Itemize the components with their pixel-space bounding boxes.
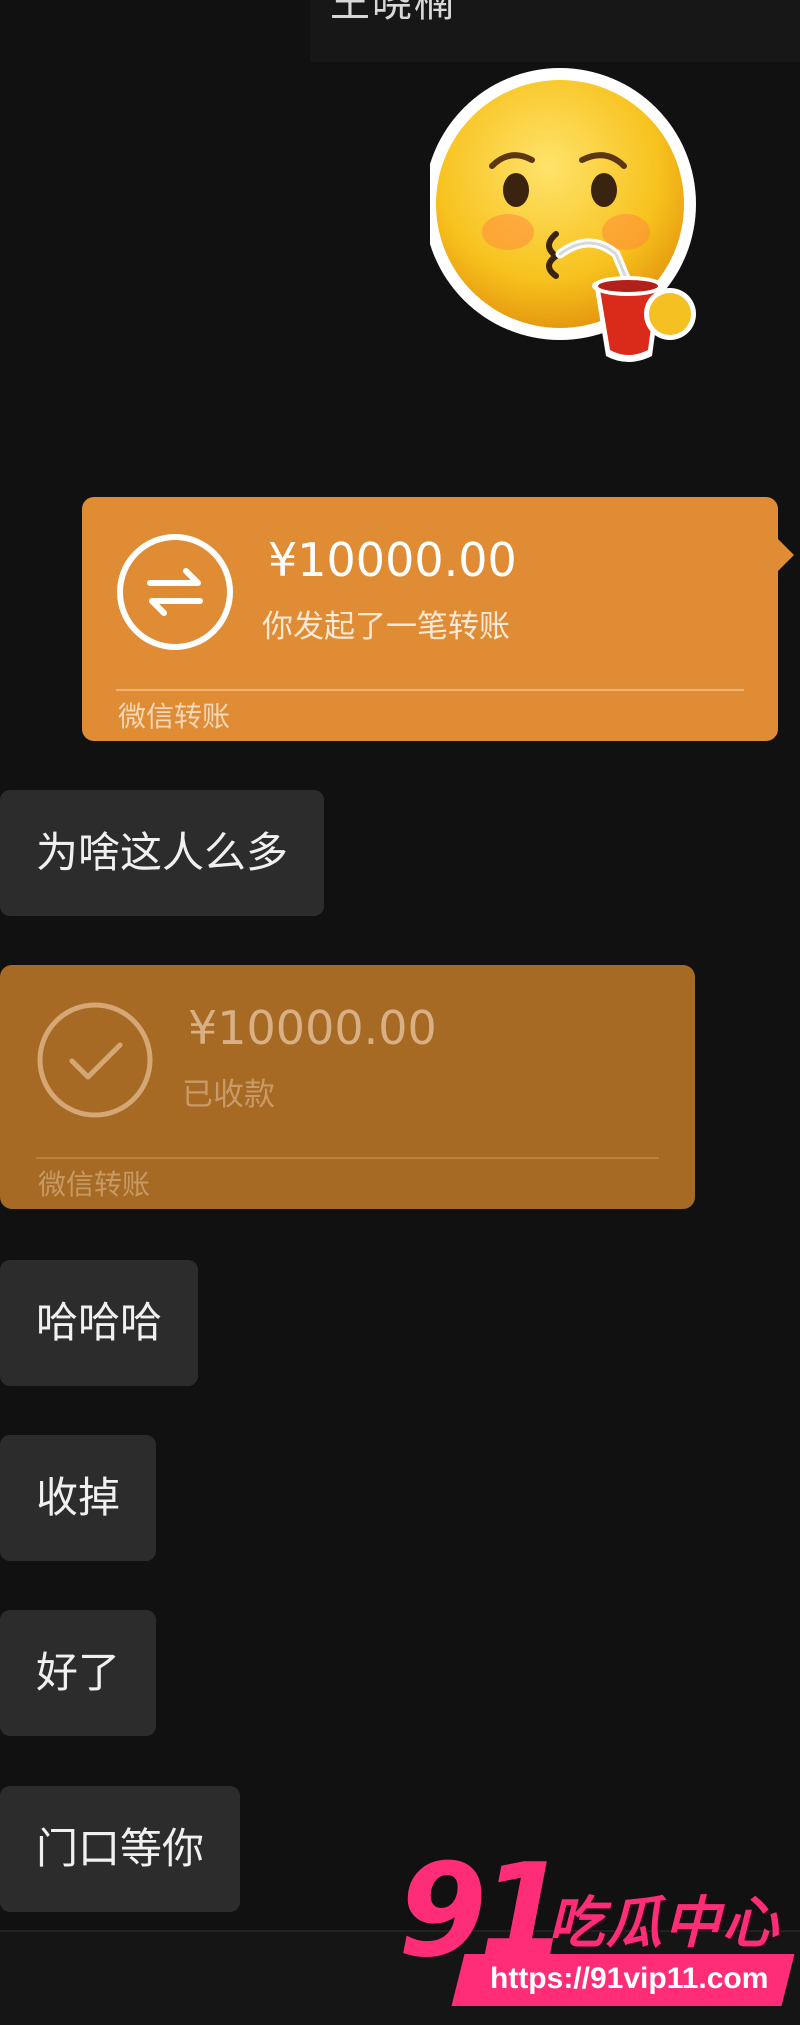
transfer-status: 你发起了一笔转账: [262, 609, 510, 645]
contact-name-title: 王晓楠: [330, 0, 456, 26]
message-bubble[interactable]: 收掉: [0, 1435, 157, 1561]
transfer-status: 已收款: [182, 1077, 275, 1113]
sipping-drink-emoji-icon[interactable]: [430, 64, 730, 384]
bubble-tail: [778, 539, 794, 571]
message-bubble[interactable]: 好了: [0, 1610, 157, 1736]
site-watermark: 91 吃瓜中心 https://91vip11.com: [398, 1838, 800, 2023]
message-bubble[interactable]: 哈哈哈: [0, 1260, 199, 1386]
divider: [36, 1157, 659, 1159]
transfer-amount: ¥10000.00: [268, 533, 517, 587]
message-bubble[interactable]: 为啥这人么多: [0, 790, 325, 916]
message-bubble[interactable]: 门口等你: [0, 1786, 241, 1912]
divider: [116, 689, 744, 691]
checkmark-circle-icon: [37, 1002, 153, 1118]
transfer-footer-label: 微信转账: [38, 1168, 151, 1201]
watermark-site-name: 吃瓜中心: [548, 1891, 780, 1956]
transfer-amount: ¥10000.00: [188, 1001, 437, 1055]
transfer-footer-label: 微信转账: [118, 700, 231, 733]
watermark-url: https://91vip11.com: [490, 1962, 769, 1995]
transfer-arrows-icon: [117, 534, 233, 650]
sent-transfer-card[interactable]: ¥10000.00 你发起了一笔转账 微信转账: [82, 497, 794, 741]
received-transfer-card[interactable]: ¥10000.00 已收款 微信转账: [0, 965, 695, 1209]
